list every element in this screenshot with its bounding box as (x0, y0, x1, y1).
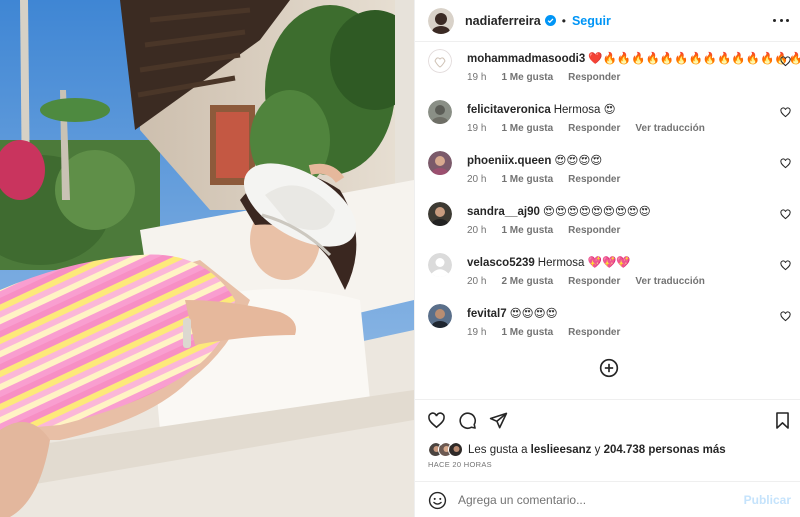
comment-time[interactable]: 19 h (467, 72, 486, 83)
author-avatar[interactable] (428, 7, 454, 34)
post-photo-illustration (0, 0, 414, 517)
comment-meta: 19 h 1 Me gusta Responder (467, 72, 635, 83)
comment-meta: 20 h 1 Me gusta Responder (467, 174, 635, 185)
likes-summary[interactable]: Les gusta a leslieesanz y 204.738 person… (428, 442, 726, 457)
comment-input[interactable] (458, 490, 738, 510)
comments-list[interactable]: mohammadmasoodi3❤️🔥🔥🔥🔥🔥🔥🔥🔥🔥🔥🔥🔥🔥🔥🔥🔥 19 h1… (415, 42, 800, 399)
comment-likes[interactable]: 1 Me gusta (501, 72, 553, 83)
comment-item: sandra__aj90 😍😍😍😍😍😍😍😍😍 20 h 1 Me gusta Resp… (415, 195, 800, 245)
comment-item: velasco5239 Hermosa 💖💖💖 20 h 2 Me gusta Res… (415, 246, 800, 296)
paper-plane-icon[interactable] (489, 411, 508, 430)
heart-outline-icon[interactable] (427, 411, 446, 430)
comment-time[interactable]: 19 h (467, 123, 486, 134)
reply-button[interactable]: Responder (568, 276, 620, 287)
comment-likes[interactable]: 1 Me gusta (501, 327, 553, 338)
publish-button[interactable]: Publicar (744, 493, 791, 507)
comment-like-heart-icon[interactable] (780, 158, 791, 169)
comment-avatar-image (428, 100, 452, 124)
reply-button[interactable]: Responder (568, 72, 620, 83)
likes-prefix: Les gusta a (468, 443, 528, 456)
likes-text: Les gusta a leslieesanz y 204.738 person… (468, 444, 726, 456)
comment-bubble-icon[interactable] (458, 411, 477, 430)
comment-text: Hermosa 💖💖💖 (537, 257, 631, 269)
comment-avatar[interactable] (428, 151, 452, 175)
comment-text: 😍😍😍😍 (509, 308, 558, 320)
translate-button[interactable]: Ver traducción (635, 123, 704, 134)
smiley-icon[interactable] (428, 491, 447, 510)
comment-time[interactable]: 19 h (467, 327, 486, 338)
comment-username[interactable]: felicitaveronica (467, 104, 551, 116)
header-separator: • (561, 13, 566, 28)
comment-text: ❤️🔥🔥🔥🔥🔥🔥🔥🔥🔥🔥🔥🔥🔥🔥🔥🔥 (588, 53, 800, 65)
comment-username[interactable]: fevital7 (467, 308, 507, 320)
comment-body: felicitaveronica Hermosa 😍 (467, 102, 616, 116)
comment-body: velasco5239 Hermosa 💖💖💖 (467, 255, 631, 269)
comment-avatar[interactable] (428, 253, 452, 277)
comment-avatar[interactable] (428, 100, 452, 124)
translate-button[interactable]: Ver traducción (635, 276, 704, 287)
likes-count[interactable]: 204.738 personas más (604, 444, 726, 456)
comment-like-heart-icon[interactable] (780, 311, 791, 322)
reply-button[interactable]: Responder (568, 123, 620, 134)
comment-text: 😍😍😍😍 (554, 155, 603, 167)
comment-avatar-image (428, 202, 452, 226)
post-sidebar: nadiaferreira • Seguir mohammadmasoodi3 ❤… (414, 0, 800, 517)
post-photo[interactable] (0, 0, 414, 517)
comment-likes[interactable]: 1 Me gusta (501, 123, 553, 134)
comment-avatar[interactable] (428, 49, 452, 73)
comment-meta: 19 h 1 Me gusta Responder Ver traducción (467, 123, 720, 134)
author-username[interactable]: nadiaferreira (465, 14, 541, 28)
comment-avatar[interactable] (428, 304, 452, 328)
comment-item: fevital7 😍😍😍😍 19 h 1 Me gusta Responder (415, 297, 800, 347)
comment-meta: 20 h 1 Me gusta Responder (467, 225, 635, 236)
comment-username[interactable]: sandra__aj90 (467, 206, 540, 218)
liker-avatar (448, 442, 463, 457)
comment-likes[interactable]: 2 Me gusta (501, 276, 553, 287)
comment-likes[interactable]: 1 Me gusta (501, 225, 553, 236)
comment-body: sandra__aj90 😍😍😍😍😍😍😍😍😍 (467, 204, 651, 218)
comment-username[interactable]: mohammadmasoodi3 (467, 53, 585, 65)
comment-like-heart-icon[interactable] (780, 107, 791, 118)
comment-username[interactable]: velasco5239 (467, 257, 535, 269)
post-actions: Les gusta a leslieesanz y 204.738 person… (415, 399, 800, 471)
comment-body: fevital7 😍😍😍😍 (467, 306, 558, 320)
likes-middle: y (594, 443, 601, 456)
add-comment-bar: Publicar (415, 481, 800, 517)
comment-item: phoeniix.queen 😍😍😍😍 20 h 1 Me gusta Respond… (415, 144, 800, 194)
verified-badge-icon (544, 15, 556, 26)
post-header: nadiaferreira • Seguir (415, 0, 800, 42)
comment-like-heart-icon[interactable] (780, 209, 791, 220)
reply-button[interactable]: Responder (568, 327, 620, 338)
default-avatar-icon (428, 253, 452, 277)
follow-button[interactable]: Seguir (572, 14, 611, 28)
comment-item: felicitaveronica Hermosa 😍 19 h 1 Me gusta… (415, 93, 800, 143)
comment-likes[interactable]: 1 Me gusta (501, 174, 553, 185)
more-options-icon[interactable] (773, 12, 789, 28)
comment-time[interactable]: 20 h (467, 174, 486, 185)
comment-avatar-image (428, 304, 452, 328)
post-dialog: nadiaferreira • Seguir mohammadmasoodi3 ❤… (0, 0, 800, 517)
comment-body: mohammadmasoodi3❤️🔥🔥🔥🔥🔥🔥🔥🔥🔥🔥🔥🔥🔥🔥🔥🔥 (467, 51, 800, 65)
comment-text: Hermosa 😍 (553, 104, 616, 116)
comment-like-heart-icon[interactable] (780, 260, 791, 271)
comment-text: 😍😍😍😍😍😍😍😍😍 (542, 206, 651, 218)
liker-username[interactable]: leslieesanz (531, 444, 592, 456)
comment-username[interactable]: phoeniix.queen (467, 155, 551, 167)
author-avatar-image (428, 7, 454, 34)
comment-meta: 20 h 2 Me gusta Responder Ver traducción (467, 276, 720, 287)
comment-item: mohammadmasoodi3❤️🔥🔥🔥🔥🔥🔥🔥🔥🔥🔥🔥🔥🔥🔥🔥🔥 19 h1… (415, 42, 800, 92)
comment-avatar-image (428, 49, 452, 73)
comment-avatar-image (428, 151, 452, 175)
comment-like-heart-icon[interactable] (780, 56, 791, 67)
comment-time[interactable]: 20 h (467, 276, 486, 287)
comment-time[interactable]: 20 h (467, 225, 486, 236)
comment-avatar[interactable] (428, 202, 452, 226)
plus-circle-icon[interactable] (599, 358, 619, 378)
comment-body: phoeniix.queen 😍😍😍😍 (467, 153, 602, 167)
bookmark-icon[interactable] (773, 411, 792, 430)
post-time[interactable]: HACE 20 HORAS (428, 460, 492, 469)
comment-meta: 19 h 1 Me gusta Responder (467, 327, 635, 338)
reply-button[interactable]: Responder (568, 174, 620, 185)
reply-button[interactable]: Responder (568, 225, 620, 236)
